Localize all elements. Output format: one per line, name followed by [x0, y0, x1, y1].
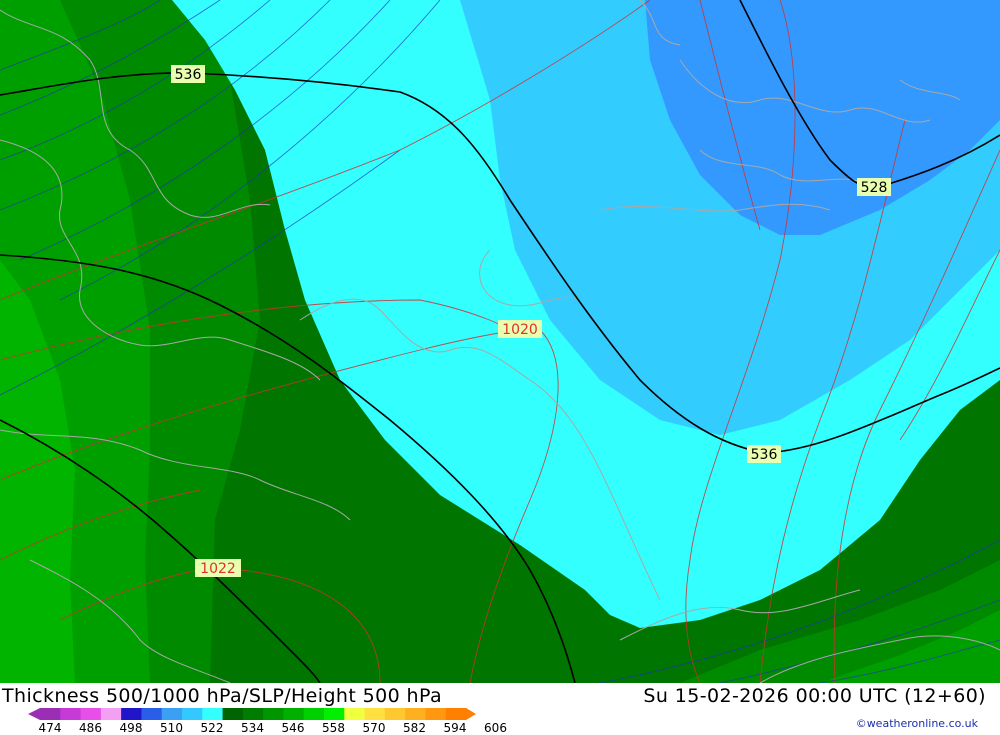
contour-label-528: 528 — [857, 178, 891, 196]
map-title: Thickness 500/1000 hPa/SLP/Height 500 hP… — [2, 685, 443, 707]
svg-text:1022: 1022 — [200, 561, 236, 577]
svg-text:1020: 1020 — [502, 322, 538, 338]
scale-arrow-left — [28, 708, 40, 720]
scale-swatch — [80, 708, 102, 720]
scale-swatch — [40, 708, 61, 720]
scale-swatch — [121, 708, 142, 720]
scale-swatch — [202, 708, 224, 720]
scale-swatch — [100, 708, 122, 720]
scale-swatch — [425, 708, 447, 720]
credit-link[interactable]: ©weatheronline.co.uk — [856, 717, 978, 730]
scale-swatch — [445, 708, 467, 720]
scale-swatch — [263, 708, 284, 720]
scale-swatch — [182, 708, 203, 720]
svg-text:536: 536 — [175, 67, 202, 83]
scale-swatch — [242, 708, 264, 720]
svg-text:528: 528 — [861, 180, 888, 196]
isobar-label-1020: 1020 — [498, 320, 542, 338]
scale-swatch — [161, 708, 183, 720]
scale-arrow-right — [466, 708, 476, 720]
isobar-label-1022: 1022 — [195, 559, 241, 577]
scale-swatch — [303, 708, 325, 720]
scale-swatch — [364, 708, 386, 720]
map-datetime: Su 15-02-2026 00:00 UTC (12+60) — [643, 685, 986, 707]
contour-label-536-right: 536 — [747, 445, 781, 463]
scale-swatch — [141, 708, 163, 720]
scale-swatch — [283, 708, 305, 720]
scale-swatch — [384, 708, 406, 720]
scale-swatch — [344, 708, 366, 720]
scale-swatch — [324, 708, 345, 720]
scale-swatch — [405, 708, 426, 720]
map-footer: Thickness 500/1000 hPa/SLP/Height 500 hP… — [0, 683, 1000, 735]
contour-label-536-top: 536 — [171, 65, 205, 83]
color-scale-bar — [28, 708, 476, 720]
thickness-map: 536 528 536 1020 1022 — [0, 0, 1000, 683]
scale-swatch — [60, 708, 82, 720]
scale-swatch — [222, 708, 244, 720]
svg-text:536: 536 — [751, 447, 778, 463]
